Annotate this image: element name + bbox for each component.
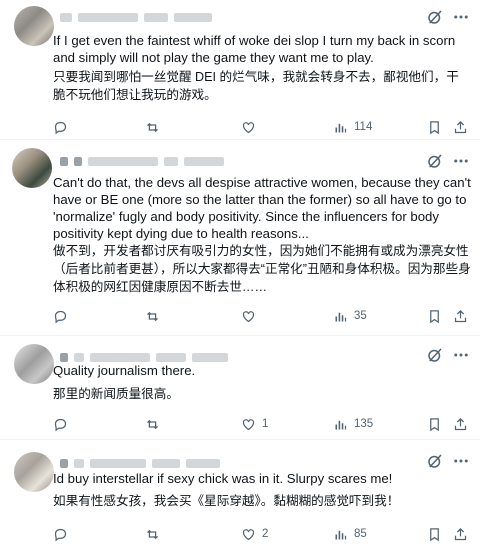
grok-icon[interactable] bbox=[426, 452, 444, 470]
tweet-text: Id buy interstellar if sexy chick was in… bbox=[53, 471, 393, 486]
views-button[interactable]: 85 bbox=[333, 524, 367, 544]
like-button[interactable]: 2 bbox=[241, 524, 268, 544]
reply-icon bbox=[54, 418, 67, 431]
views-button[interactable]: 35 bbox=[333, 306, 367, 326]
bookmark-button[interactable] bbox=[427, 414, 442, 434]
author-name-redacted bbox=[60, 10, 212, 24]
heart-icon bbox=[242, 418, 255, 430]
tweet-actions: 35 bbox=[53, 306, 471, 326]
reply-button[interactable] bbox=[53, 414, 74, 434]
repost-icon bbox=[147, 122, 158, 132]
like-button[interactable] bbox=[241, 117, 262, 137]
heart-icon bbox=[242, 528, 255, 540]
share-icon bbox=[454, 527, 467, 540]
tweet[interactable]: If I get even the faintest whiff of woke… bbox=[0, 0, 480, 140]
heart-icon bbox=[242, 121, 255, 133]
views-button[interactable]: 135 bbox=[333, 414, 373, 434]
avatar[interactable] bbox=[14, 452, 54, 492]
bookmark-button[interactable] bbox=[427, 117, 442, 137]
share-button[interactable] bbox=[453, 524, 468, 544]
share-icon bbox=[454, 309, 467, 322]
reply-button[interactable] bbox=[53, 306, 74, 326]
like-count: 2 bbox=[262, 528, 269, 540]
grok-icon[interactable] bbox=[426, 8, 444, 26]
share-icon bbox=[454, 120, 467, 133]
views-icon bbox=[335, 312, 347, 321]
reply-icon bbox=[54, 310, 67, 323]
tweet[interactable]: Can't do that, the devs all despise attr… bbox=[0, 140, 480, 336]
reply-icon bbox=[54, 528, 67, 541]
tweet-actions: 114 bbox=[53, 117, 471, 137]
tweet-translation: 做不到，开发者都讨厌有吸引力的女性，因为她们不能拥有或成为漂亮女性（后者比前者更… bbox=[53, 244, 471, 294]
tweet[interactable]: Id buy interstellar if sexy chick was in… bbox=[0, 440, 480, 557]
share-icon bbox=[454, 417, 467, 430]
more-icon[interactable] bbox=[452, 452, 470, 470]
bookmark-icon bbox=[430, 309, 439, 323]
bookmark-button[interactable] bbox=[427, 306, 442, 326]
tweet-translation: 只要我闻到哪怕一丝觉醒 DEI 的烂气味，我就会转身不去，鄙视他们，干脆不玩他们… bbox=[53, 70, 459, 102]
repost-icon bbox=[147, 419, 158, 429]
share-button[interactable] bbox=[453, 414, 468, 434]
tweet-text: Can't do that, the devs all despise attr… bbox=[53, 175, 471, 241]
avatar[interactable] bbox=[14, 6, 54, 46]
heart-icon bbox=[242, 310, 255, 322]
views-button[interactable]: 114 bbox=[333, 117, 372, 137]
like-button[interactable] bbox=[241, 306, 262, 326]
reply-icon bbox=[54, 121, 67, 134]
tweet-text: If I get even the faintest whiff of woke… bbox=[53, 33, 456, 65]
tweet-translation: 那里的新闻质量很高。 bbox=[53, 387, 179, 401]
tweet-text: Quality journalism there. bbox=[53, 363, 196, 378]
reply-button[interactable] bbox=[53, 117, 74, 137]
more-icon[interactable] bbox=[452, 152, 470, 170]
author-name-redacted bbox=[60, 456, 220, 470]
share-button[interactable] bbox=[453, 306, 468, 326]
avatar[interactable] bbox=[14, 344, 54, 384]
views-icon bbox=[335, 530, 347, 539]
reply-button[interactable] bbox=[53, 524, 74, 544]
views-count: 35 bbox=[354, 310, 367, 322]
views-icon bbox=[335, 420, 347, 429]
share-button[interactable] bbox=[453, 117, 468, 137]
like-button[interactable]: 1 bbox=[241, 414, 268, 434]
repost-icon bbox=[147, 311, 158, 321]
tweet[interactable]: Quality journalism there. 那里的新闻质量很高。 1 1… bbox=[0, 336, 480, 440]
bookmark-icon bbox=[430, 417, 439, 431]
tweet-translation: 如果有性感女孩，我会买《星际穿越》。黏糊糊的感觉吓到我！ bbox=[53, 494, 400, 508]
views-count: 85 bbox=[354, 528, 367, 540]
tweet-actions: 1 135 bbox=[53, 414, 471, 434]
author-name-redacted bbox=[60, 154, 224, 168]
views-count: 114 bbox=[354, 121, 373, 133]
repost-button[interactable] bbox=[145, 524, 166, 544]
grok-icon[interactable] bbox=[426, 152, 444, 170]
more-icon[interactable] bbox=[452, 8, 470, 26]
views-count: 135 bbox=[354, 418, 374, 430]
views-icon bbox=[335, 123, 347, 132]
repost-icon bbox=[147, 529, 158, 539]
repost-button[interactable] bbox=[145, 414, 166, 434]
repost-button[interactable] bbox=[145, 306, 166, 326]
bookmark-icon bbox=[430, 120, 439, 134]
avatar[interactable] bbox=[12, 148, 52, 188]
tweet-actions: 2 85 bbox=[53, 524, 471, 544]
bookmark-button[interactable] bbox=[427, 524, 442, 544]
repost-button[interactable] bbox=[145, 117, 166, 137]
bookmark-icon bbox=[430, 527, 439, 541]
like-count: 1 bbox=[262, 418, 269, 430]
